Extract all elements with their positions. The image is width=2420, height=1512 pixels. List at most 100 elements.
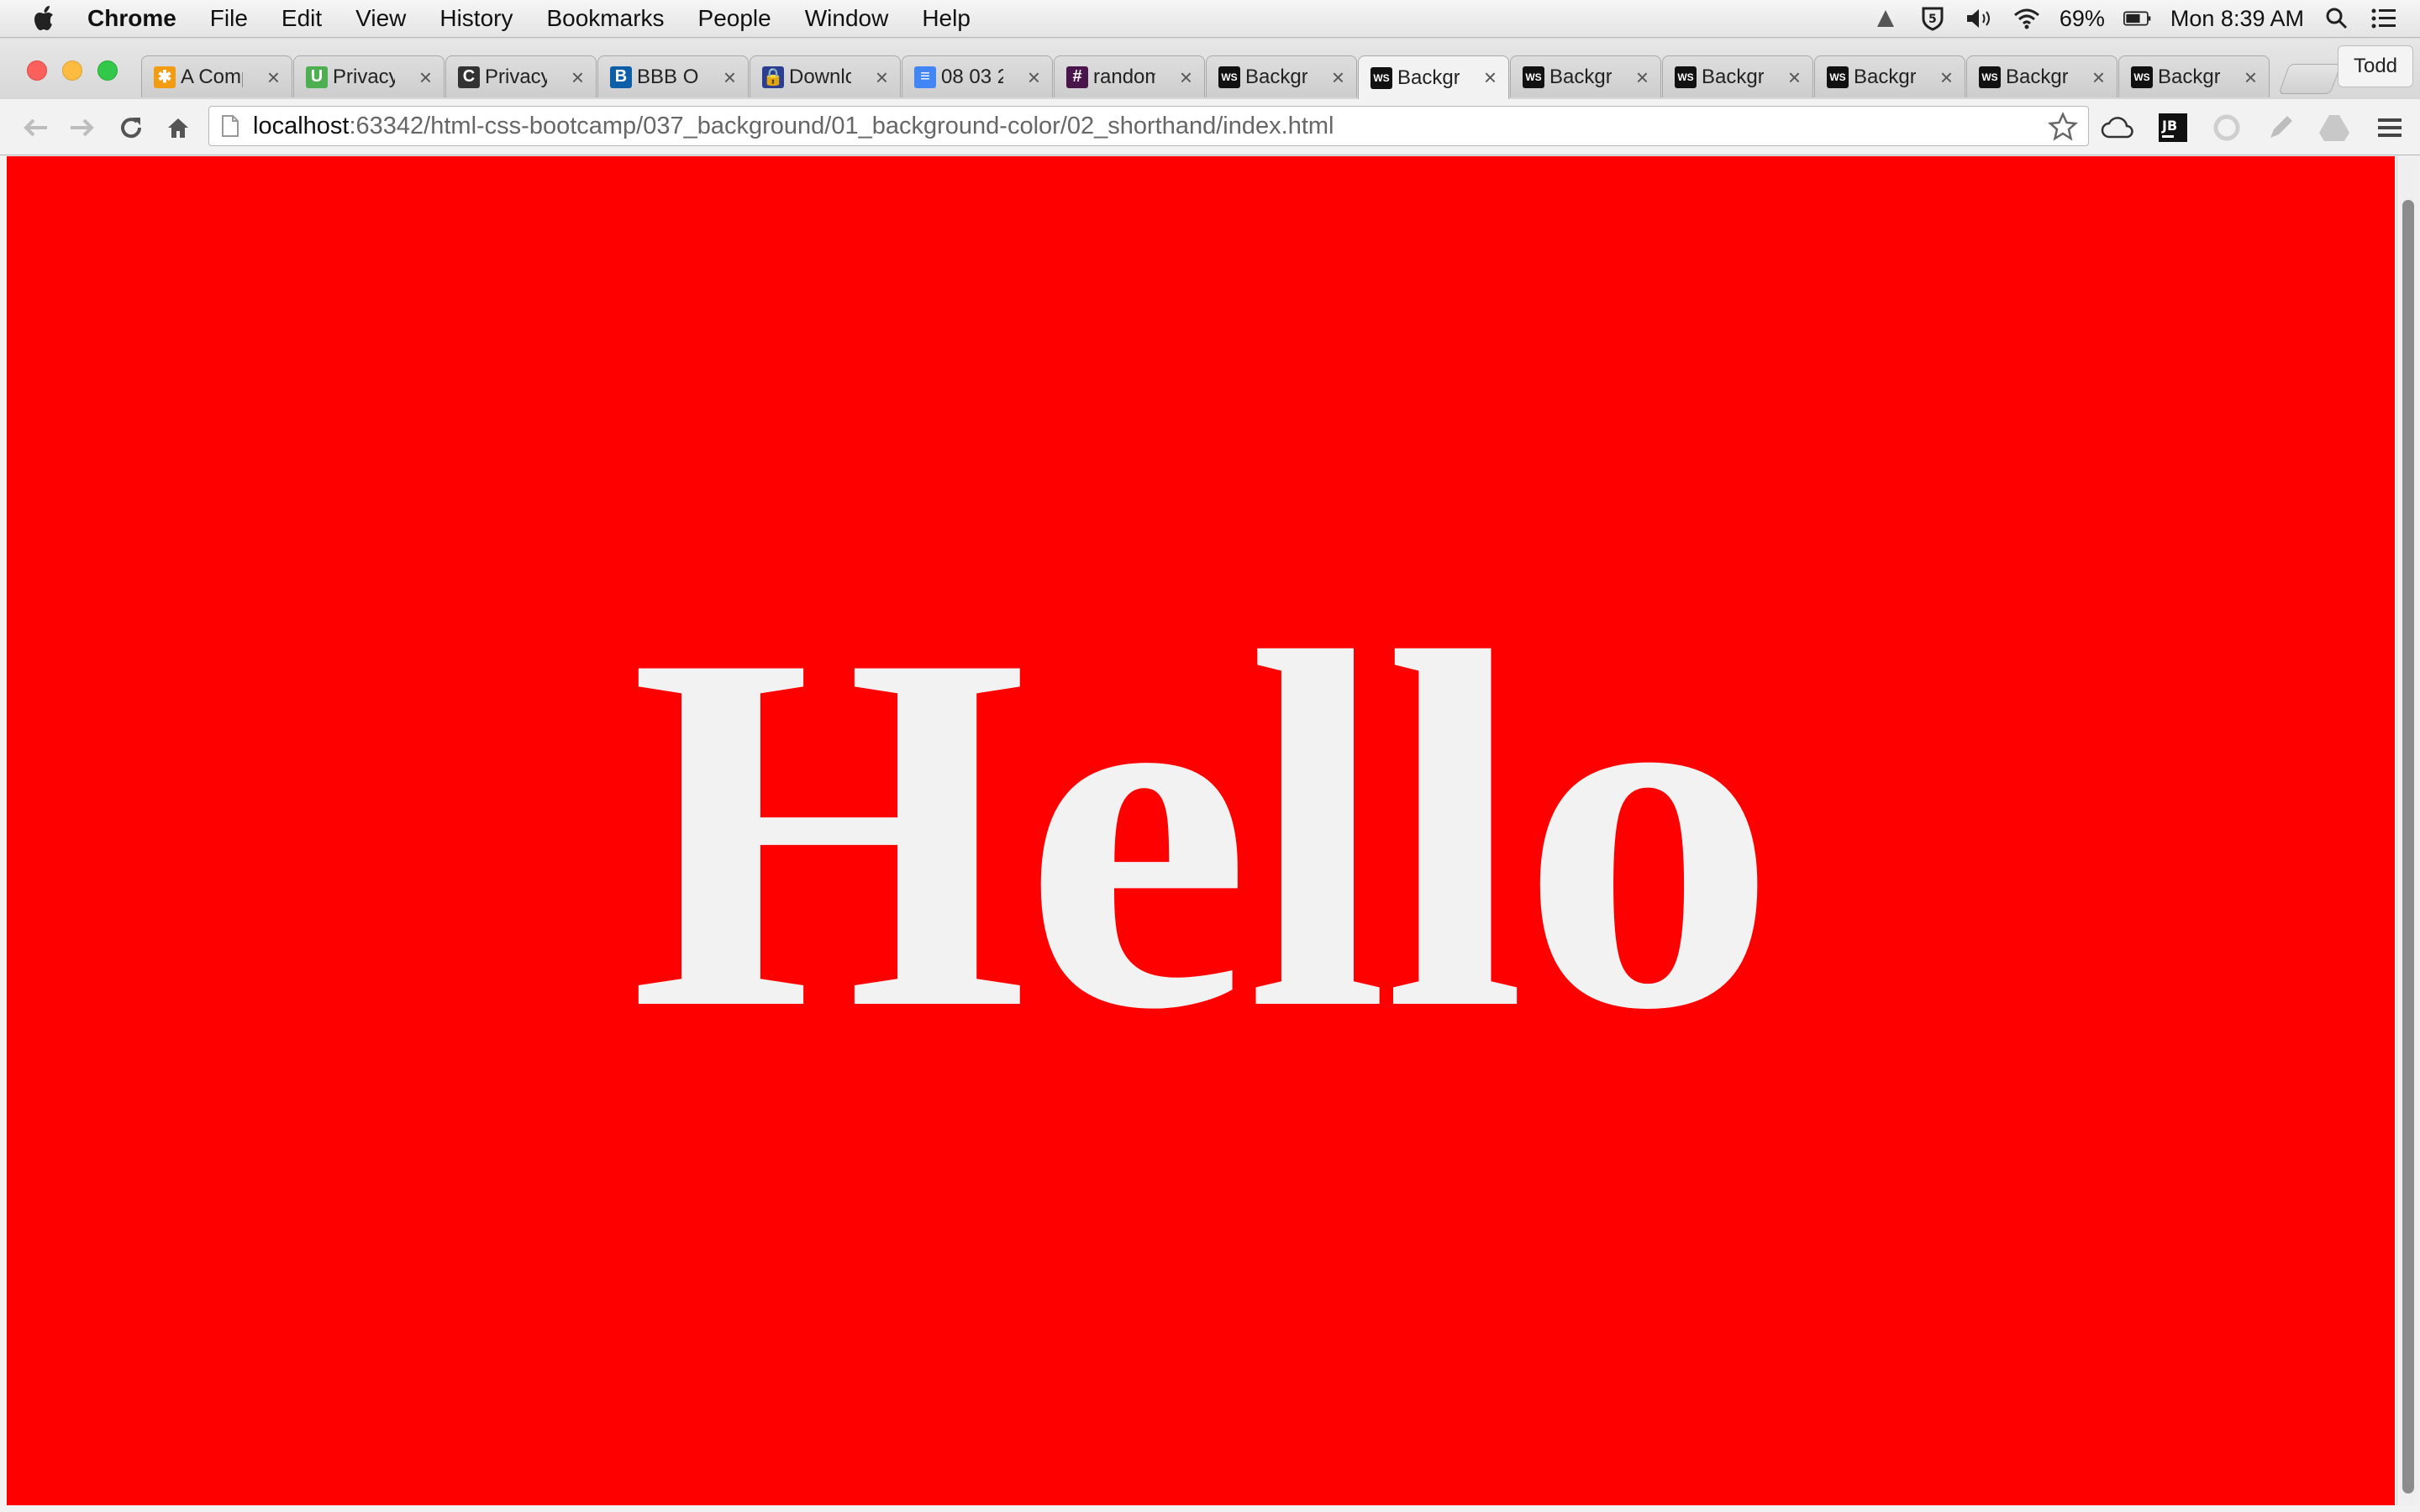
close-tab-icon[interactable]: × xyxy=(1636,65,1649,91)
close-tab-icon[interactable]: × xyxy=(267,65,280,91)
ws-favicon-icon: WS xyxy=(1675,66,1697,88)
menu-app-chrome[interactable]: Chrome xyxy=(87,5,176,32)
menu-view[interactable]: View xyxy=(355,5,406,32)
tab-strip: ✱A Comp×UPrivacy×CPrivacy×BBBB Ol×🔒Downl… xyxy=(0,39,2420,99)
reload-icon[interactable] xyxy=(114,111,148,144)
tab-title: Downlo xyxy=(789,65,851,88)
asterisk-favicon-icon: ✱ xyxy=(154,66,176,88)
menu-help[interactable]: Help xyxy=(922,5,971,32)
back-icon[interactable] xyxy=(18,111,52,144)
battery-icon[interactable] xyxy=(2123,4,2152,33)
macos-menu-bar: Chrome File Edit View History Bookmarks … xyxy=(0,0,2420,38)
tab[interactable]: WS Backgr × xyxy=(1814,55,1965,97)
menu-window[interactable]: Window xyxy=(805,5,889,32)
tab-title: Backgr xyxy=(1245,65,1307,88)
apple-icon[interactable] xyxy=(34,4,59,33)
close-tab-icon[interactable]: × xyxy=(1788,65,1801,91)
cloud-extension-icon[interactable] xyxy=(2099,109,2136,146)
menu-people[interactable]: People xyxy=(698,5,771,32)
tab[interactable]: WS Backgr × xyxy=(2118,55,2270,97)
tab[interactable]: WS Backgr × xyxy=(1510,55,1661,97)
fullscreen-window-button[interactable] xyxy=(97,60,118,81)
tab-title: Backgr xyxy=(1702,65,1764,88)
tab[interactable]: U Privacy × xyxy=(293,55,445,97)
tab[interactable]: # random × xyxy=(1054,55,1205,97)
menu-bookmarks[interactable]: Bookmarks xyxy=(546,5,664,32)
ws-favicon-icon: WS xyxy=(1979,66,2001,88)
tab-title: Privacy xyxy=(485,65,547,88)
drive-sync-icon[interactable] xyxy=(1871,4,1900,33)
tab-title: Backgr xyxy=(1549,65,1612,88)
menu-file[interactable]: File xyxy=(210,5,248,32)
svg-text:5: 5 xyxy=(1928,13,1937,26)
ws-favicon-icon: WS xyxy=(1827,66,1849,88)
docs-favicon-icon: ≡ xyxy=(914,66,936,88)
close-tab-icon[interactable]: × xyxy=(2092,65,2105,91)
url-text[interactable]: localhost:63342/html-css-bootcamp/037_ba… xyxy=(253,113,1334,140)
ws-favicon-icon: WS xyxy=(2131,66,2153,88)
profile-button[interactable]: Todd xyxy=(2338,45,2413,87)
spotlight-search-icon[interactable] xyxy=(2323,4,2351,33)
tab[interactable]: WS Backgr × xyxy=(1662,55,1813,97)
status-area: 5 69% Mon 8:39 AM xyxy=(1871,0,2398,37)
navigation-toolbar: localhost:63342/html-css-bootcamp/037_ba… xyxy=(0,99,2420,155)
new-tab-button[interactable] xyxy=(2278,64,2342,94)
menu-history[interactable]: History xyxy=(439,5,513,32)
tab[interactable]: ✱A Comp × xyxy=(141,55,292,97)
ws-favicon-icon: WS xyxy=(1523,66,1544,88)
close-tab-icon[interactable]: × xyxy=(1180,65,1192,91)
close-tab-icon[interactable]: × xyxy=(571,65,584,91)
tab-title: 08 03 2 xyxy=(941,65,1003,88)
tab[interactable]: ≡ 08 03 2 × xyxy=(902,55,1053,97)
pen-extension-icon[interactable] xyxy=(2262,109,2299,146)
tab[interactable]: C Privacy × xyxy=(445,55,597,97)
menu-edit[interactable]: Edit xyxy=(281,5,322,32)
slack-favicon-icon: # xyxy=(1066,66,1088,88)
tab-title: Backgr xyxy=(2006,65,2068,88)
forward-icon[interactable] xyxy=(66,111,99,144)
close-tab-icon[interactable]: × xyxy=(1484,65,1497,91)
close-tab-icon[interactable]: × xyxy=(1332,65,1344,91)
ws-favicon-icon: WS xyxy=(1370,66,1392,89)
u-favicon-icon: U xyxy=(306,66,328,88)
shield-icon[interactable]: 5 xyxy=(1918,4,1947,33)
chrome-menu-icon[interactable] xyxy=(2371,109,2408,146)
bookmark-star-icon[interactable] xyxy=(2048,112,2078,142)
vertical-scrollbar[interactable] xyxy=(2396,156,2419,1505)
sync-extension-icon[interactable] xyxy=(2208,109,2245,146)
address-bar[interactable]: localhost:63342/html-css-bootcamp/037_ba… xyxy=(208,106,2089,146)
c-favicon-icon: C xyxy=(458,66,480,88)
tab[interactable]: WS Backgr × xyxy=(1966,55,2118,97)
svg-text:JB: JB xyxy=(2161,118,2177,134)
tab-title: Backgr xyxy=(2158,65,2220,88)
close-tab-icon[interactable]: × xyxy=(1028,65,1040,91)
wifi-icon[interactable] xyxy=(2012,4,2041,33)
notification-center-icon[interactable] xyxy=(2370,4,2398,33)
drive-extension-icon[interactable] xyxy=(2316,109,2353,146)
minimize-window-button[interactable] xyxy=(62,60,82,81)
ws-favicon-icon: WS xyxy=(1218,66,1240,88)
bbb-favicon-icon: B xyxy=(610,66,632,88)
scrollbar-thumb[interactable] xyxy=(2402,200,2414,1494)
tab[interactable]: WS Backgr × xyxy=(1358,55,1509,99)
window-controls xyxy=(27,60,118,81)
tab-title: A Comp xyxy=(181,65,243,88)
jetbrains-extension-icon[interactable]: JB xyxy=(2154,109,2191,146)
close-tab-icon[interactable]: × xyxy=(2244,65,2257,91)
clock[interactable]: Mon 8:39 AM xyxy=(2170,6,2304,32)
lock-favicon-icon: 🔒 xyxy=(762,66,784,88)
volume-icon[interactable] xyxy=(1965,4,1994,33)
close-tab-icon[interactable]: × xyxy=(1940,65,1953,91)
tab[interactable]: WS Backgr × xyxy=(1206,55,1357,97)
close-tab-icon[interactable]: × xyxy=(419,65,432,91)
close-tab-icon[interactable]: × xyxy=(723,65,736,91)
close-window-button[interactable] xyxy=(27,60,47,81)
tab-title: random xyxy=(1093,65,1155,88)
tab-title: Privacy xyxy=(333,65,395,88)
close-tab-icon[interactable]: × xyxy=(876,65,888,91)
tab[interactable]: 🔒 Downlo × xyxy=(750,55,901,97)
tab[interactable]: B BBB Ol × xyxy=(597,55,749,97)
page-heading: Hello xyxy=(629,547,1776,1115)
home-icon[interactable] xyxy=(161,111,195,144)
page-icon xyxy=(222,115,239,137)
